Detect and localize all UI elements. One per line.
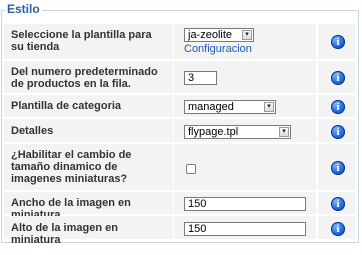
configuracion-link[interactable]: Configuracion [184,43,252,55]
row-label: Del numero predeterminado de productos e… [11,66,158,90]
row-thumb-height: Alto de la imagen en miniatura 150 i [4,216,355,246]
info-icon[interactable]: i [331,100,345,114]
row-details: Detalles flypage.tpl ▾ i [4,119,355,143]
info-icon[interactable]: i [331,35,345,49]
info-icon[interactable]: i [331,161,345,175]
row-template: Seleccione la plantilla para su tienda j… [4,24,355,60]
info-icon[interactable]: i [331,125,345,139]
thumb-height-input[interactable]: 150 [184,222,306,236]
row-label: Alto de la imagen en miniatura [11,222,118,246]
chevron-down-icon: ▾ [242,30,252,40]
dynamic-resize-checkbox[interactable] [186,164,196,174]
row-dynamic-resize: ¿Habilitar el cambio de tamaño dinamico … [4,144,355,191]
category-template-select[interactable]: managed ▾ [184,100,276,114]
info-icon[interactable]: i [331,71,345,85]
row-label: Detalles [11,125,54,137]
row-label: Seleccione la plantilla para su tienda [11,29,152,53]
row-label: ¿Habilitar el cambio de tamaño dinamico … [11,149,132,185]
products-per-row-input[interactable]: 3 [184,71,217,85]
row-label: Plantilla de categoria [11,100,122,112]
row-thumb-width: Ancho de la imagen en miniatura 150 i [4,192,355,221]
info-icon[interactable]: i [331,197,345,211]
chevron-down-icon: ▾ [264,102,274,112]
details-select[interactable]: flypage.tpl ▾ [184,125,291,139]
template-select[interactable]: ja-zeolite ▾ [184,28,254,42]
chevron-down-icon: ▾ [279,127,289,137]
info-icon[interactable]: i [331,222,345,236]
row-category-template: Plantilla de categoria managed ▾ i [4,95,355,118]
fieldset-legend: Estilo [5,2,42,16]
row-products-per-row: Del numero predeterminado de productos e… [4,61,355,94]
thumb-width-input[interactable]: 150 [184,197,306,211]
